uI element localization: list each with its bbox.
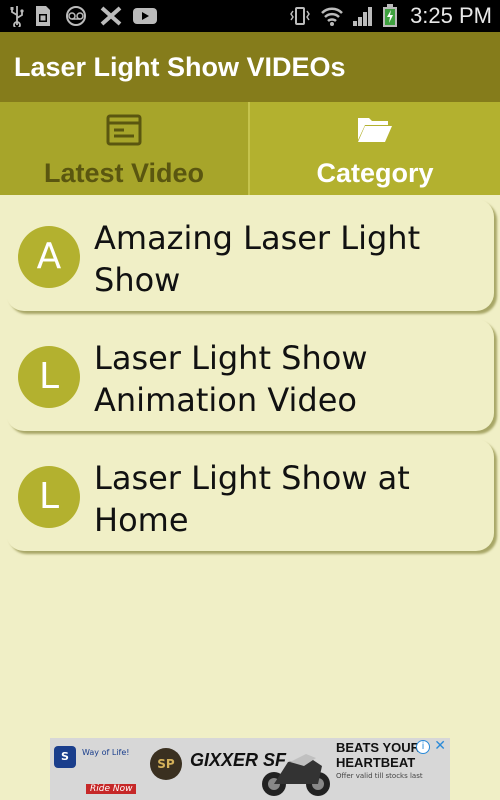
list-icon bbox=[0, 114, 248, 146]
status-notifications bbox=[10, 4, 158, 28]
motorcycle-icon bbox=[260, 744, 332, 800]
youtube-icon bbox=[132, 4, 158, 28]
tab-label: Latest Video bbox=[43, 158, 205, 188]
letter-avatar: L bbox=[18, 346, 80, 408]
wifi-icon bbox=[320, 4, 344, 28]
list-item[interactable]: L Laser Light Show Animation Video bbox=[6, 319, 494, 431]
list-item[interactable]: A Amazing Laser Light Show bbox=[6, 199, 494, 311]
video-list: A Amazing Laser Light Show L Laser Light… bbox=[0, 195, 500, 559]
tab-label: Category bbox=[316, 158, 434, 188]
ad-banner[interactable]: S Way of Life! SP GIXXER SF BEATS YOUR H… bbox=[50, 738, 450, 800]
ad-close-icon[interactable]: ✕ bbox=[434, 738, 446, 754]
list-item[interactable]: L Laser Light Show at Home bbox=[6, 439, 494, 551]
app-bar: Laser Light Show VIDEOs bbox=[0, 32, 500, 102]
video-title: Laser Light Show Animation Video bbox=[94, 339, 368, 419]
video-title: Laser Light Show at Home bbox=[94, 459, 410, 539]
battery-charging-icon bbox=[382, 4, 398, 28]
status-time: 3:25 PM bbox=[410, 3, 492, 28]
ad-subtext: Offer valid till stocks last bbox=[336, 772, 423, 780]
letter-avatar: A bbox=[18, 226, 80, 288]
sim-card-icon bbox=[34, 4, 52, 28]
letter-avatar: L bbox=[18, 466, 80, 528]
voicemail-icon bbox=[62, 4, 90, 28]
video-title: Amazing Laser Light Show bbox=[94, 219, 421, 299]
folder-icon bbox=[250, 114, 500, 144]
tab-latest-video[interactable]: Latest Video bbox=[0, 102, 250, 195]
x-icon bbox=[100, 4, 122, 28]
brand-tagline: Way of Life! bbox=[82, 748, 130, 757]
brand-logo: S bbox=[54, 746, 76, 768]
ad-cta-button[interactable]: Ride Now bbox=[86, 784, 137, 794]
tab-category[interactable]: Category bbox=[250, 102, 500, 195]
tab-bar: Latest Video Category bbox=[0, 102, 500, 195]
vibrate-icon bbox=[288, 4, 312, 28]
ad-badge: SP bbox=[150, 748, 182, 780]
signal-icon bbox=[352, 4, 374, 28]
ad-info-icon[interactable]: i bbox=[416, 740, 430, 754]
usb-icon bbox=[10, 4, 24, 28]
status-bar: 3:25 PM bbox=[0, 0, 500, 32]
app-title: Laser Light Show VIDEOs bbox=[14, 52, 346, 82]
status-system: 3:25 PM bbox=[288, 2, 492, 30]
